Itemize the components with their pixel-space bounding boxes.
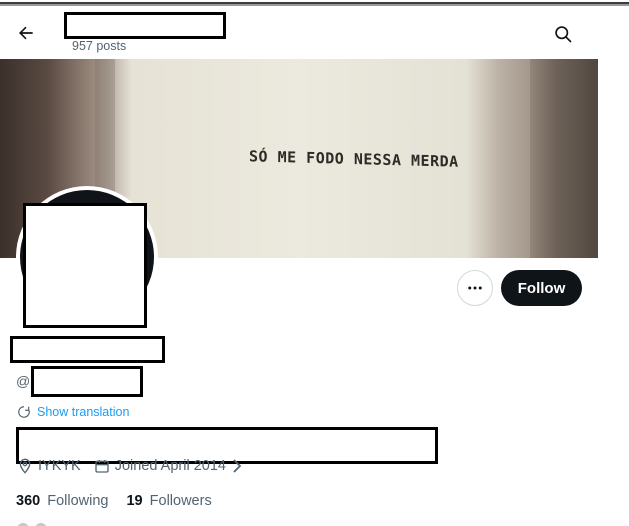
header-display-name-redacted <box>64 12 226 39</box>
translation-row: Show translation <box>17 405 129 419</box>
location-item: IYKYK <box>17 458 81 474</box>
profile-column: 957 posts SÓ ME FODO NESSA MERDA Follow … <box>0 7 599 526</box>
handle-prefix: @ <box>16 373 31 389</box>
calendar-icon <box>95 460 109 473</box>
banner-page-edge <box>500 59 530 258</box>
profile-meta: IYKYK Joined April 2014 <box>17 458 256 474</box>
window-top-edge <box>0 0 629 7</box>
back-button[interactable] <box>10 17 42 49</box>
joined-text: Joined April 2014 <box>114 458 226 474</box>
follow-button[interactable]: Follow <box>501 270 582 306</box>
mutual-avatar <box>16 522 30 526</box>
followers-label: Followers <box>149 493 212 509</box>
search-icon <box>555 26 572 43</box>
more-options-button[interactable] <box>457 270 493 306</box>
follow-counts: 360 Following 19 Followers <box>16 493 230 509</box>
following-count: 360 <box>16 493 41 509</box>
posts-count: 957 posts <box>72 39 127 53</box>
avatar-redacted <box>23 203 147 328</box>
search-button[interactable] <box>546 17 580 51</box>
banner-text: SÓ ME FODO NESSA MERDA <box>249 147 459 171</box>
followed-by-row[interactable] <box>16 522 48 526</box>
translate-icon <box>18 406 30 418</box>
location-pin-icon <box>19 458 31 474</box>
show-translation-link[interactable]: Show translation <box>37 405 129 419</box>
mutual-avatar <box>34 522 48 526</box>
followers-count: 19 <box>126 493 143 509</box>
top-edge-shadow <box>0 4 629 6</box>
chevron-right-icon[interactable] <box>231 459 243 473</box>
more-dots-icon <box>468 286 482 290</box>
followers-link[interactable]: 19 Followers <box>126 493 211 509</box>
location-text: IYKYK <box>38 458 81 474</box>
handle-redacted <box>31 366 143 397</box>
arrow-left-icon <box>19 26 33 40</box>
following-link[interactable]: 360 Following <box>16 493 108 509</box>
display-name-redacted <box>10 336 165 363</box>
joined-item: Joined April 2014 <box>94 458 243 474</box>
profile-header: 957 posts <box>0 7 599 59</box>
following-label: Following <box>47 493 109 509</box>
